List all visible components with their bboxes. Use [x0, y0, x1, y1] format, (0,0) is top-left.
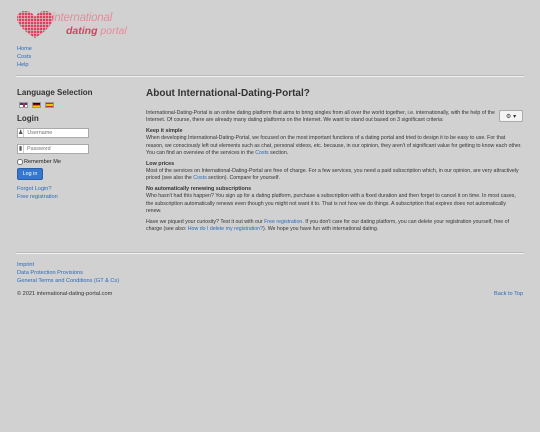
back-to-top-link[interactable]: Back to Top [494, 291, 523, 297]
section-text-simple: When developing International-Dating-Por… [146, 135, 522, 156]
divider [16, 253, 524, 254]
forgot-login-link[interactable]: Forgot Login? [17, 186, 52, 192]
copyright: © 2021 international-dating-portal.com [17, 291, 113, 297]
top-nav: Home Costs Help [17, 45, 32, 69]
data-protection-link[interactable]: Data Protection Provisions [17, 270, 83, 276]
remember-me-checkbox[interactable] [17, 159, 23, 165]
flag-english-icon[interactable] [19, 102, 28, 108]
language-heading: Language Selection [17, 88, 93, 97]
logo-text-line2: dating portal [66, 25, 127, 37]
password-input[interactable] [24, 145, 88, 153]
remember-me[interactable]: Remember Me [17, 159, 61, 165]
costs-link[interactable]: Costs [255, 150, 268, 156]
section-heading-subscriptions: No automatically renewing subscriptions [146, 186, 252, 193]
heart-logo-icon [17, 11, 53, 38]
intro-paragraph: International-Dating-Portal is an online… [146, 110, 495, 124]
free-registration-link[interactable]: Free registration [17, 194, 58, 200]
flag-spanish-icon[interactable] [45, 102, 54, 108]
nav-help[interactable]: Help [17, 62, 29, 68]
imprint-link[interactable]: Imprint [17, 262, 34, 268]
remember-me-label: Remember Me [24, 159, 61, 165]
sidebar-links: Forgot Login? Free registration [17, 185, 58, 201]
terms-link[interactable]: General Terms and Conditions (GT & Cs) [17, 278, 119, 284]
page-title: About International-Dating-Portal? [146, 88, 310, 99]
main-content: International-Dating-Portal is an online… [146, 110, 522, 237]
nav-costs[interactable]: Costs [17, 54, 31, 60]
nav-home[interactable]: Home [17, 46, 32, 52]
username-input[interactable] [24, 129, 89, 137]
section-text-prices: Most of the services on International-Da… [146, 168, 519, 182]
flag-german-icon[interactable] [32, 102, 41, 108]
divider [16, 76, 524, 77]
section-text-subscriptions: Who hasn't had this happen? You sign up … [146, 193, 516, 214]
free-registration-link[interactable]: Free registration [264, 219, 302, 225]
footer-links: Imprint Data Protection Provisions Gener… [17, 261, 119, 285]
section-heading-simple: Keep it simple [146, 128, 183, 135]
username-field[interactable]: ♟ [17, 128, 89, 138]
delete-registration-link[interactable]: How do I delete my registration? [188, 226, 263, 232]
login-heading: Login [17, 114, 39, 123]
costs-link[interactable]: Costs [193, 175, 206, 181]
language-flags [19, 102, 54, 108]
password-field[interactable]: ▮ [17, 144, 89, 154]
section-heading-prices: Low prices [146, 161, 175, 168]
login-button[interactable]: Log in [17, 168, 43, 180]
logo-text-line1: international [52, 12, 113, 24]
closing-paragraph: Have we piqued your curiosity? Test it o… [146, 219, 510, 233]
